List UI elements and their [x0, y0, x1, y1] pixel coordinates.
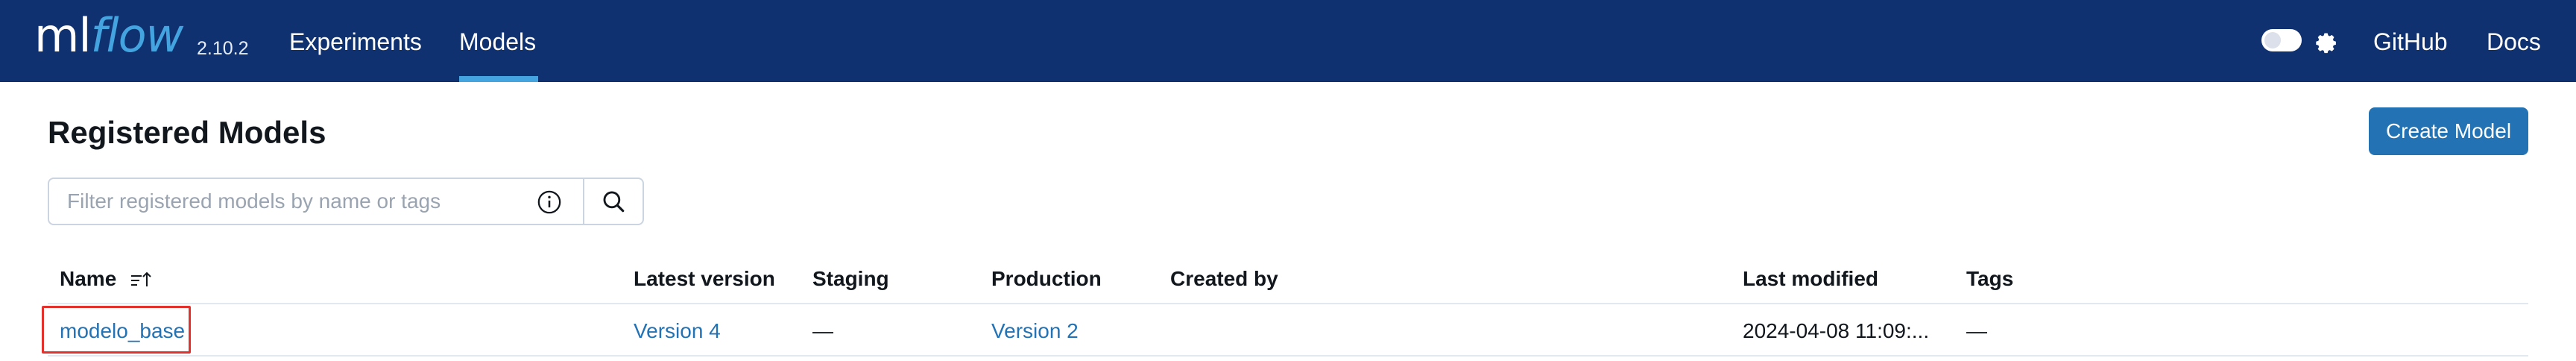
create-model-button[interactable]: Create Model — [2369, 107, 2528, 155]
logo-flow-text: flow — [90, 8, 184, 63]
table-header-divider — [48, 303, 2528, 304]
column-header-name[interactable]: Name — [60, 264, 152, 294]
top-navbar: ml flow 2.10.2 Experiments Models GitHub… — [0, 0, 2576, 82]
latest-version-link[interactable]: Version 4 — [634, 316, 721, 346]
info-icon[interactable] — [537, 189, 562, 215]
toggle-knob — [2264, 32, 2281, 48]
theme-toggle[interactable] — [2261, 29, 2302, 51]
column-header-latest-version: Latest version — [634, 267, 775, 290]
column-header-last-modified: Last modified — [1743, 267, 1879, 290]
column-header-name-label: Name — [60, 267, 117, 290]
model-name-link[interactable]: modelo_base — [60, 316, 185, 346]
version-label: 2.10.2 — [197, 38, 249, 59]
last-modified-cell: 2024-04-08 11:09:... — [1743, 319, 1930, 342]
column-header-created-by: Created by — [1170, 267, 1278, 290]
nav-models[interactable]: Models — [459, 25, 536, 58]
search-icon — [603, 191, 625, 213]
nav-experiments[interactable]: Experiments — [289, 25, 422, 58]
search-bar — [48, 178, 644, 225]
table-row-divider — [48, 355, 2528, 357]
gear-icon[interactable] — [2311, 26, 2339, 54]
logo-ml-text: ml — [34, 8, 92, 63]
page-title: Registered Models — [48, 115, 326, 150]
tags-cell: — — [1966, 319, 1987, 342]
column-header-staging: Staging — [812, 267, 889, 290]
nav-docs[interactable]: Docs — [2487, 25, 2541, 58]
nav-github[interactable]: GitHub — [2373, 25, 2448, 58]
mlflow-logo[interactable]: ml flow — [34, 4, 183, 67]
production-version-link[interactable]: Version 2 — [991, 316, 1079, 346]
column-header-production: Production — [991, 267, 1102, 290]
column-header-tags: Tags — [1966, 267, 2014, 290]
staging-cell: — — [812, 319, 833, 342]
search-button[interactable] — [584, 179, 643, 224]
active-tab-indicator — [459, 76, 538, 82]
sort-ascending-icon[interactable] — [130, 270, 152, 291]
search-input[interactable] — [67, 186, 559, 216]
